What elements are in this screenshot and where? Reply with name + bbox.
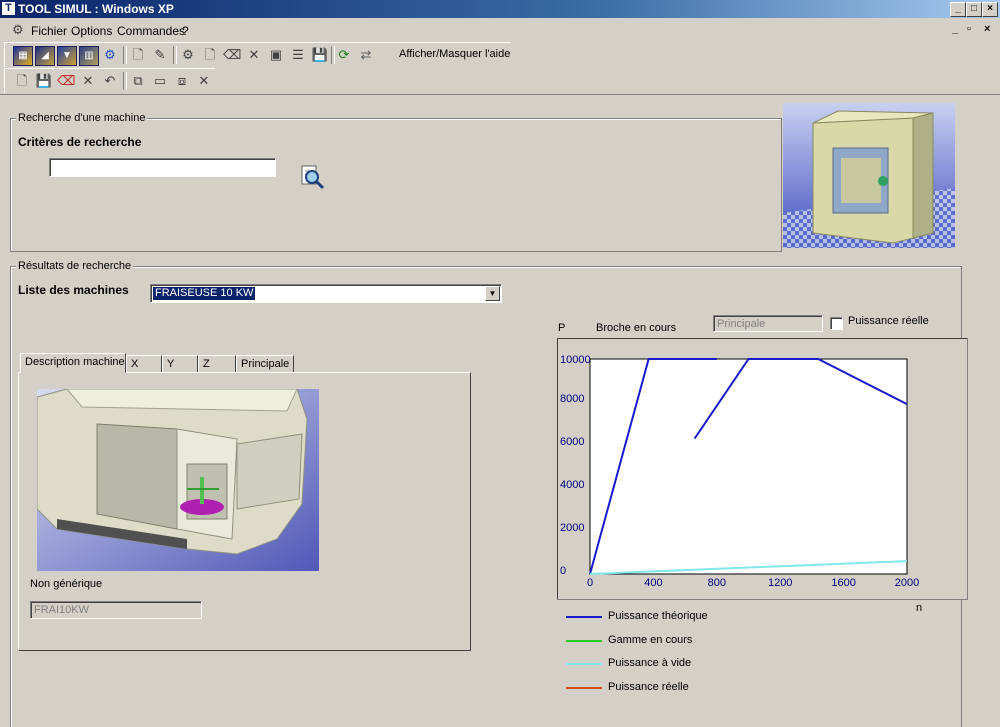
x-tick-label: 400 [644,577,662,589]
machine-list-label: Liste des machines [18,283,129,297]
menu-help[interactable]: ? [182,24,189,38]
tool-icon[interactable]: ◢ [35,46,55,66]
chevron-down-icon[interactable]: ▼ [485,286,500,301]
menu-fichier[interactable]: Fichier [31,24,67,38]
y-tick-label: 0 [560,565,566,577]
y-tick-label: 4000 [560,479,584,491]
main-toolbar: ▦ ◢ ▼ ▥ ⚙ 🗋 ✎ ⚙ 🗋 ⌫ ✕ ▣ ☰ 💾 ⟳ ⇄ Afficher… [4,42,511,67]
image-icon[interactable]: ▣ [267,46,285,64]
chart-x-axis-label: n [916,602,923,614]
document-icon[interactable]: ⚙ [12,22,24,38]
save-icon[interactable]: 💾 [311,46,329,64]
chart-y-axis-label: P [558,322,566,334]
title-bar: T TOOL SIMUL : Windows XP _ □ × [0,0,1000,18]
machine-list-select[interactable]: FRAISEUSE 10 KW ▼ [150,284,502,303]
power-chart: 0 2000 4000 6000 8000 10000 0 400 800 1200 1600 20… [557,338,968,600]
close-button[interactable]: × [982,2,998,17]
results-group-label: Résultats de recherche [16,260,134,272]
x-tick-label: 800 [708,577,726,589]
chart-plot-area [589,358,908,575]
connect-icon[interactable]: ⇄ [357,46,375,64]
real-power-checkbox-label: Puissance réelle [848,315,929,327]
spindle-icon[interactable]: ▼ [57,46,77,66]
legend-swatch [566,686,602,689]
gear-icon[interactable]: ⚙ [179,46,197,64]
menu-commandes[interactable]: Commandes [117,24,185,38]
x-tick-label: 0 [587,577,593,589]
eraser-icon[interactable]: ⌫ [223,46,241,64]
list-icon[interactable]: ☰ [289,46,307,64]
window-title: TOOL SIMUL : Windows XP [18,2,174,16]
edit-icon[interactable]: ✎ [151,46,169,64]
generic-label: Non générique [30,578,103,590]
tab-description-machine[interactable]: Description machine [20,353,126,373]
new-icon[interactable]: 🗋 [13,72,31,90]
legend-label: Gamme en cours [608,633,693,646]
x-tick-label: 2000 [895,577,919,589]
remove-icon[interactable]: ✕ [195,72,213,90]
delete-icon[interactable]: ✕ [245,46,263,64]
machine-list-selected-value: FRAISEUSE 10 KW [153,287,256,300]
tab-principale[interactable]: Principale [236,355,294,373]
legend-swatch [566,616,602,618]
y-tick-label: 6000 [560,436,584,448]
real-power-checkbox[interactable] [830,317,843,330]
axis-icon[interactable]: ▥ [79,46,99,66]
minimize-button[interactable]: _ [950,2,966,17]
delete-icon[interactable]: ✕ [79,72,97,90]
machine-code-field: FRAI10KW [30,601,202,619]
tab-z[interactable]: Z [198,355,236,373]
legend-label: Puissance réelle [608,680,689,693]
search-group-label: Recherche d'une machine [16,112,148,124]
settings-icon[interactable]: ⚙ [101,46,119,64]
duplicate-icon[interactable]: ⧈ [173,72,191,90]
search-icon[interactable] [298,164,326,190]
legend-swatch [566,639,602,642]
maximize-button[interactable]: □ [966,2,982,17]
copy-icon[interactable]: ⧉ [129,72,147,90]
x-tick-label: 1600 [831,577,855,589]
y-tick-label: 2000 [560,522,584,534]
search-criteria-label: Critères de recherche [18,135,142,149]
x-tick-label: 1200 [768,577,792,589]
menu-bar: ⚙ Fichier Options Commandes ? _ ▫ × [0,20,1000,40]
eraser-icon[interactable]: ⌫ [57,72,75,90]
tab-y[interactable]: Y [162,355,198,373]
menu-options[interactable]: Options [71,24,112,38]
legend-label: Puissance à vide [608,657,692,669]
mdi-minimize-button[interactable]: _ [952,23,958,35]
y-tick-label: 10000 [560,354,591,366]
app-icon: T [2,2,15,15]
paste-icon[interactable]: ▭ [151,72,169,90]
machine-thumbnail-image [783,103,955,248]
machine-image [37,389,319,571]
legend-swatch [566,663,602,665]
client-area: Recherche d'une machine Critères de rech… [0,94,1000,727]
toggle-help-button[interactable]: Afficher/Masquer l'aide [399,48,510,60]
tab-x[interactable]: X [126,355,162,373]
new-page-icon[interactable]: 🗋 [129,46,147,64]
edit-toolbar: 🗋 💾 ⌫ ✕ ↶ ⧉ ▭ ⧈ ✕ [4,68,215,93]
mdi-close-button[interactable]: × [984,23,990,35]
machine-icon[interactable]: ▦ [13,46,33,66]
spindle-field: Principale [713,315,823,332]
mdi-restore-button[interactable]: ▫ [967,23,971,35]
save-icon[interactable]: 💾 [35,72,53,90]
search-input[interactable] [49,158,276,177]
refresh-icon[interactable]: ⟳ [335,46,353,64]
y-tick-label: 8000 [560,393,584,405]
blank-page-icon[interactable]: 🗋 [201,46,219,64]
legend-label: Puissance théorique [608,610,708,622]
undo-icon[interactable]: ↶ [101,72,119,90]
chart-title: Broche en cours [596,322,677,334]
